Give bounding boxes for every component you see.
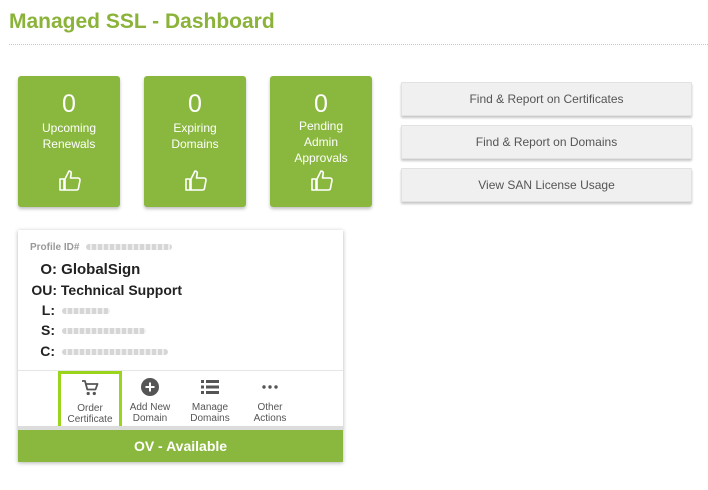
country-row: C: <box>18 343 168 359</box>
order-certificate-button[interactable]: Order Certificate <box>58 371 122 431</box>
status-badge: OV - Available <box>18 426 343 462</box>
view-san-license-usage-button[interactable]: View SAN License Usage <box>401 168 692 202</box>
organization-key: O: <box>40 261 57 278</box>
organizational-unit-value: Technical Support <box>60 282 182 298</box>
action-label: Add New Domain <box>129 402 171 424</box>
tile-count: 0 <box>188 90 202 118</box>
thumbs-up-icon <box>185 170 207 191</box>
state-row: S: <box>18 322 146 338</box>
expiring-domains-tile[interactable]: 0 Expiring Domains <box>144 76 246 207</box>
organization-value: GlobalSign <box>61 261 141 278</box>
redacted-value <box>61 349 168 356</box>
title-divider <box>9 44 708 45</box>
locality-row: L: <box>18 302 110 318</box>
cart-icon <box>82 380 99 396</box>
manage-domains-button[interactable]: Manage Domains <box>180 373 240 427</box>
locality-key: L: <box>41 302 55 318</box>
upcoming-renewals-tile[interactable]: 0 Upcoming Renewals <box>18 76 120 207</box>
find-report-certificates-button[interactable]: Find & Report on Certificates <box>401 82 692 116</box>
redacted-value <box>61 308 110 315</box>
list-icon <box>201 380 219 394</box>
thumbs-up-icon <box>311 170 333 191</box>
page-title: Managed SSL - Dashboard <box>9 10 275 33</box>
more-icon <box>262 385 278 389</box>
organizational-unit-key: OU: <box>31 282 57 298</box>
profile-id: Profile ID# <box>30 242 173 253</box>
organizational-unit-row: OU: Technical Support <box>18 282 182 298</box>
tile-count: 0 <box>62 90 76 118</box>
find-report-domains-button[interactable]: Find & Report on Domains <box>401 125 692 159</box>
tile-label: Pending Admin Approvals <box>294 119 348 165</box>
action-label: Other Actions <box>253 402 287 424</box>
profile-card: Profile ID# O: GlobalSign OU: Technical … <box>18 230 343 462</box>
action-label: Manage Domains <box>190 402 230 424</box>
pending-approvals-tile[interactable]: 0 Pending Admin Approvals <box>270 76 372 207</box>
redacted-value <box>61 328 146 335</box>
redacted-value <box>86 244 173 251</box>
tile-count: 0 <box>314 90 328 118</box>
country-key: C: <box>40 343 55 359</box>
tile-label: Expiring Domains <box>171 121 219 151</box>
state-key: S: <box>41 322 55 338</box>
other-actions-button[interactable]: Other Actions <box>240 373 300 427</box>
action-label: Order Certificate <box>67 403 113 425</box>
plus-circle-icon <box>141 378 159 396</box>
thumbs-up-icon <box>59 170 81 191</box>
tile-label: Upcoming Renewals <box>41 121 97 151</box>
add-new-domain-button[interactable]: Add New Domain <box>120 373 180 427</box>
organization-row: O: GlobalSign <box>18 261 140 278</box>
profile-id-label: Profile ID# <box>30 242 80 253</box>
